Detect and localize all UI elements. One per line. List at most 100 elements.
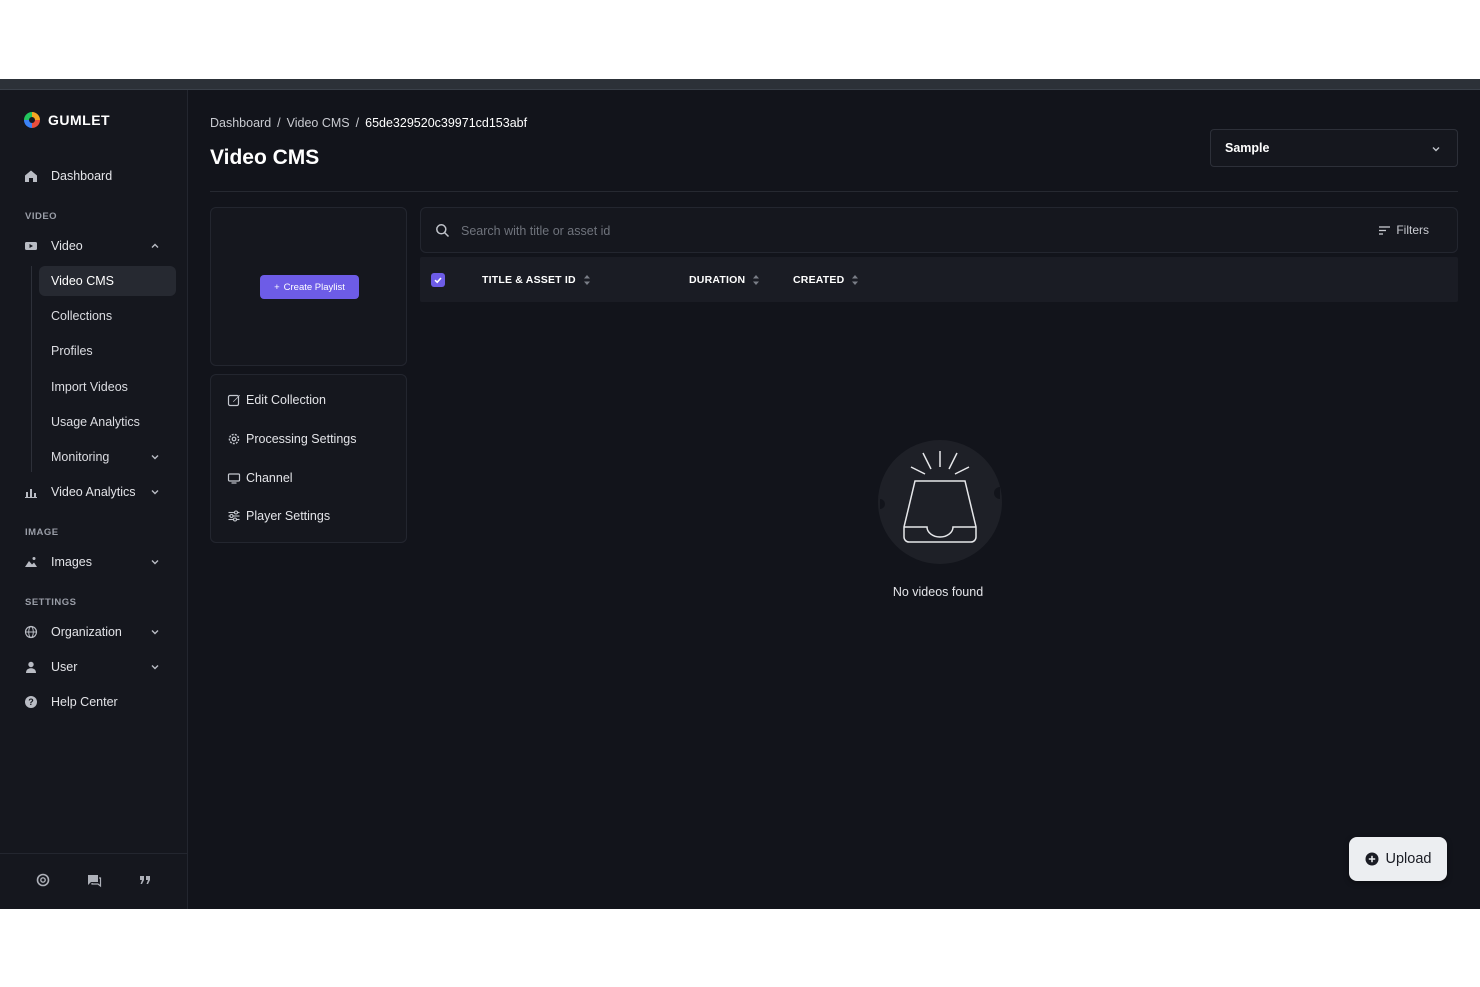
home-icon bbox=[22, 167, 40, 185]
sidebar-item-monitoring[interactable]: Monitoring bbox=[39, 442, 176, 472]
sidebar-item-images[interactable]: Images bbox=[22, 547, 172, 577]
help-icon: ? bbox=[22, 693, 40, 711]
sidebar-item-video-cms[interactable]: Video CMS bbox=[39, 266, 176, 296]
sidebar-item-user[interactable]: User bbox=[22, 652, 172, 682]
chevron-down-icon bbox=[1432, 147, 1440, 152]
breadcrumb-separator: / bbox=[355, 116, 360, 130]
menu-item-channel[interactable]: Channel bbox=[227, 468, 293, 488]
empty-state-message: No videos found bbox=[892, 585, 984, 599]
chevron-down-icon bbox=[151, 455, 159, 460]
sidebar-footer bbox=[0, 853, 188, 909]
sidebar-item-organization[interactable]: Organization bbox=[22, 617, 172, 647]
submenu-guide-line bbox=[31, 266, 32, 472]
section-label-image: IMAGE bbox=[25, 527, 59, 538]
browser-top-area bbox=[0, 0, 1480, 79]
playlist-panel: + Create Playlist bbox=[210, 207, 407, 366]
menu-item-processing-settings[interactable]: Processing Settings bbox=[227, 429, 356, 449]
browser-tab-strip bbox=[0, 79, 1480, 90]
chevron-up-icon bbox=[151, 243, 159, 248]
breadcrumb-link-dashboard[interactable]: Dashboard bbox=[210, 116, 271, 130]
bar-chart-icon bbox=[22, 483, 40, 501]
column-header-title[interactable]: TITLE & ASSET ID bbox=[482, 273, 591, 287]
chevron-down-icon bbox=[151, 630, 159, 635]
sidebar-item-label: Images bbox=[51, 555, 92, 569]
sidebar-item-profiles[interactable]: Profiles bbox=[39, 336, 176, 366]
breadcrumb-current: 65de329520c39971cd153abf bbox=[365, 116, 528, 130]
video-icon bbox=[22, 237, 40, 255]
section-label-settings: SETTINGS bbox=[25, 597, 77, 608]
svg-text:?: ? bbox=[28, 697, 34, 707]
column-header-created[interactable]: CREATED bbox=[793, 273, 859, 287]
sidebar-item-label: Usage Analytics bbox=[51, 415, 140, 429]
sidebar-item-video-analytics[interactable]: Video Analytics bbox=[22, 477, 172, 507]
sort-icon bbox=[852, 275, 859, 285]
chat-icon[interactable] bbox=[86, 872, 102, 888]
bottom-blank-area bbox=[0, 909, 1480, 987]
menu-item-label: Player Settings bbox=[246, 509, 331, 523]
menu-item-label: Channel bbox=[246, 471, 293, 485]
brand-logo[interactable]: GUMLET bbox=[22, 110, 110, 130]
sidebar-item-label: User bbox=[51, 660, 78, 674]
table-header: TITLE & ASSET ID DURATION CREATED bbox=[420, 257, 1458, 302]
column-header-label: TITLE & ASSET ID bbox=[482, 274, 576, 286]
globe-icon bbox=[22, 623, 40, 641]
sidebar-item-label: Help Center bbox=[51, 695, 118, 709]
search-icon bbox=[436, 224, 450, 238]
sidebar-item-video[interactable]: Video bbox=[22, 231, 172, 261]
upload-label: Upload bbox=[1385, 851, 1432, 867]
column-header-duration[interactable]: DURATION bbox=[689, 273, 760, 287]
chevron-down-icon bbox=[151, 490, 159, 495]
chevron-down-icon bbox=[151, 665, 159, 670]
breadcrumb-separator: / bbox=[277, 116, 281, 130]
sidebar-item-label: Monitoring bbox=[51, 450, 110, 464]
menu-item-edit-collection[interactable]: Edit Collection bbox=[227, 390, 326, 410]
menu-item-label: Edit Collection bbox=[246, 393, 326, 407]
sidebar-item-label: Video CMS bbox=[51, 274, 114, 288]
sort-icon bbox=[753, 275, 760, 285]
sidebar-item-label: Dashboard bbox=[51, 169, 113, 183]
filter-icon bbox=[1379, 225, 1391, 235]
sidebar-item-label: Import Videos bbox=[51, 380, 128, 394]
sort-icon bbox=[583, 275, 590, 285]
column-header-label: CREATED bbox=[793, 274, 845, 286]
sidebar-item-label: Collections bbox=[51, 309, 113, 323]
breadcrumb-link-video-cms[interactable]: Video CMS bbox=[287, 116, 350, 130]
image-icon bbox=[22, 553, 40, 571]
sidebar-item-usage-analytics[interactable]: Usage Analytics bbox=[39, 407, 176, 437]
sidebar-item-label: Video Analytics bbox=[51, 485, 136, 499]
filters-button[interactable]: Filters bbox=[1379, 223, 1429, 237]
support-icon[interactable] bbox=[35, 872, 51, 888]
section-label-video: VIDEO bbox=[25, 211, 58, 222]
sidebar: GUMLET Dashboard VIDEO Video Video CMS C… bbox=[0, 90, 188, 909]
upload-button[interactable]: Upload bbox=[1349, 837, 1447, 881]
menu-item-label: Processing Settings bbox=[246, 432, 357, 446]
empty-inbox-icon bbox=[878, 440, 1002, 564]
sidebar-item-help-center[interactable]: ? Help Center bbox=[22, 687, 172, 717]
collection-menu: Edit Collection Processing Settings Chan… bbox=[210, 374, 407, 543]
create-playlist-button[interactable]: + Create Playlist bbox=[260, 275, 359, 299]
check-icon bbox=[434, 277, 442, 284]
search-input[interactable] bbox=[461, 220, 1341, 242]
select-all-checkbox[interactable] bbox=[431, 273, 445, 287]
monitor-icon bbox=[227, 473, 241, 484]
sidebar-item-collections[interactable]: Collections bbox=[39, 301, 176, 331]
gear-icon bbox=[228, 433, 240, 445]
app-window: GUMLET Dashboard VIDEO Video Video CMS C… bbox=[0, 90, 1480, 909]
sidebar-item-dashboard[interactable]: Dashboard bbox=[22, 161, 172, 191]
page-title: Video CMS bbox=[210, 146, 320, 169]
sidebar-item-label: Organization bbox=[51, 625, 122, 639]
chevron-down-icon bbox=[151, 560, 159, 565]
header-divider bbox=[210, 191, 1458, 192]
collection-select[interactable]: Sample bbox=[1210, 129, 1458, 167]
collection-select-value: Sample bbox=[1225, 141, 1270, 155]
plus-icon: + bbox=[274, 281, 280, 293]
quote-icon[interactable] bbox=[137, 872, 153, 888]
create-playlist-label: Create Playlist bbox=[283, 281, 345, 293]
sidebar-item-label: Video bbox=[51, 239, 83, 253]
brand-name: GUMLET bbox=[48, 112, 111, 128]
user-icon bbox=[22, 658, 40, 676]
filters-label: Filters bbox=[1396, 223, 1429, 237]
menu-item-player-settings[interactable]: Player Settings bbox=[227, 506, 330, 526]
sidebar-item-import-videos[interactable]: Import Videos bbox=[39, 372, 176, 402]
sidebar-item-label: Profiles bbox=[51, 344, 93, 358]
